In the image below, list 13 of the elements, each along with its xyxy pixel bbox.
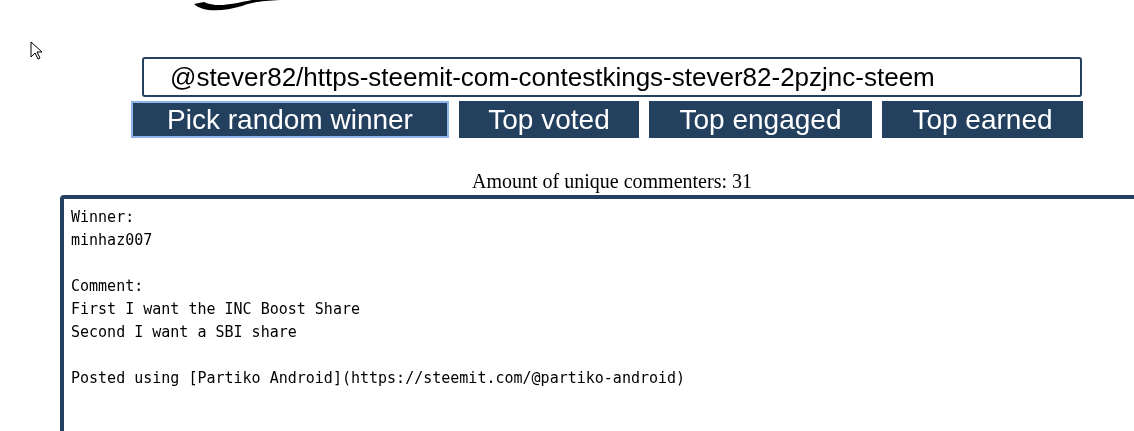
output-line: Comment: xyxy=(71,276,145,297)
action-button[interactable]: Top earned xyxy=(882,101,1083,138)
output-line: Winner: xyxy=(71,207,136,228)
action-button[interactable]: Pick random winner xyxy=(131,101,449,138)
output-line: minhaz007 xyxy=(71,230,154,251)
output-line: Posted using [Partiko Android](https://steemit.com/@partiko-android) xyxy=(71,368,687,389)
action-button[interactable]: Top voted xyxy=(459,101,639,138)
commenters-count: Amount of unique commenters: 31 xyxy=(472,169,752,193)
output-line: Second I want a SBI share xyxy=(71,322,298,343)
output-line: First I want the INC Boost Share xyxy=(71,299,361,320)
post-url-field[interactable]: @stever82/https-steemit-com-contestkings-stever82-2pzjnc-steem xyxy=(142,57,1082,97)
cursor-icon xyxy=(30,41,43,60)
action-button[interactable]: Top engaged xyxy=(649,101,872,138)
